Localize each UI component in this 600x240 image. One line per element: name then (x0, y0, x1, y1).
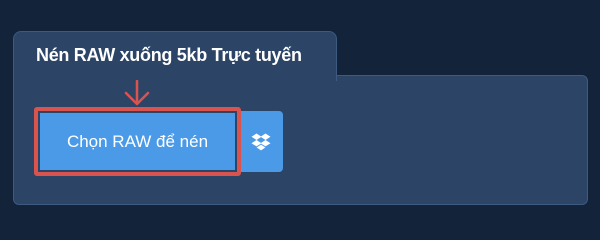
page-title: Nén RAW xuống 5kb Trực tuyến (36, 45, 302, 65)
dropbox-button[interactable] (238, 111, 283, 172)
title-tab: Nén RAW xuống 5kb Trực tuyến (13, 31, 337, 81)
choose-raw-button[interactable]: Chọn RAW để nén (40, 113, 235, 170)
dropbox-icon (251, 133, 270, 150)
arrow-down-icon (124, 80, 150, 106)
